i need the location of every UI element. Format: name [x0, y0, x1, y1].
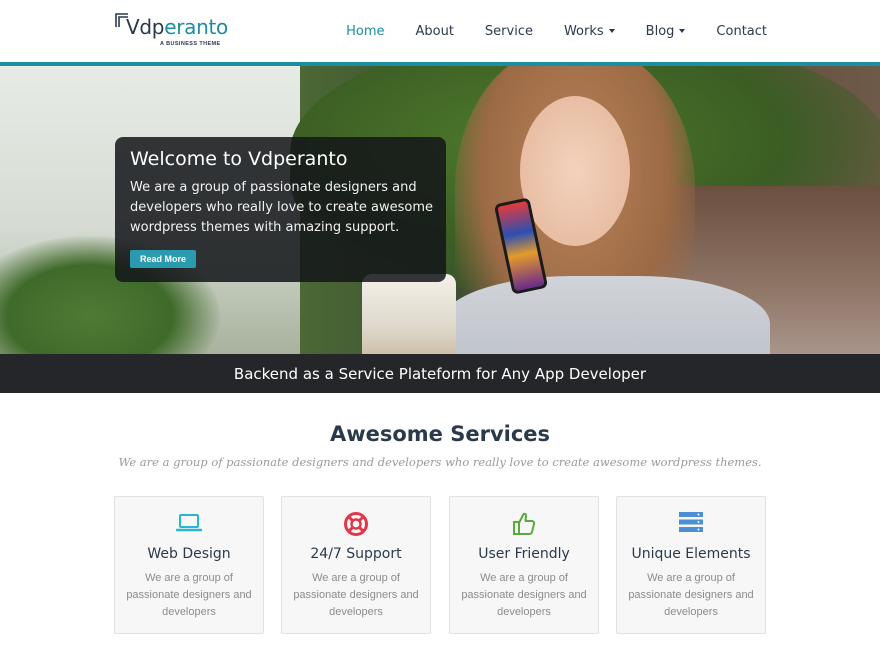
banner-text: Backend as a Service Plateform for Any A… [233, 364, 647, 383]
service-card-text: We are a group of passionate designers a… [461, 572, 587, 618]
hero-title: Welcome to Vdperanto [130, 148, 348, 170]
service-card-title: User Friendly [478, 546, 570, 562]
caret-down-icon [608, 29, 615, 33]
nav-label: Works [563, 23, 604, 39]
service-card-text: We are a group of passionate designers a… [126, 572, 252, 618]
nav-item-about[interactable]: About [415, 24, 453, 39]
laptop-icon [115, 511, 263, 537]
hero-photo-cup [362, 274, 456, 354]
tagline-banner: Backend as a Service Plateform for Any A… [0, 354, 880, 393]
nav-label: Home [346, 23, 385, 39]
service-card-user-friendly[interactable]: User Friendly We are a group of passiona… [449, 496, 599, 634]
hero-caption-box: Welcome to Vdperanto We are a group of p… [115, 137, 446, 282]
lifebuoy-icon [282, 511, 430, 537]
nav-item-contact[interactable]: Contact [716, 24, 767, 39]
service-card-text: We are a group of passionate designers a… [293, 572, 419, 618]
service-card-text: We are a group of passionate designers a… [628, 572, 754, 618]
thumbs-up-icon [450, 511, 598, 537]
site-logo[interactable]: Vdperanto A BUSINESS THEME [115, 13, 228, 51]
logo-tagline: A BUSINESS THEME [160, 41, 221, 47]
hero-description: We are a group of passionate designers a… [130, 180, 433, 235]
services-heading-rest: Services [442, 422, 551, 446]
nav-label: Service [484, 23, 533, 39]
nav-item-works[interactable]: Works [564, 24, 615, 39]
site-header: Vdperanto A BUSINESS THEME Home About Se… [0, 0, 880, 62]
services-heading-bold: Awesome [329, 422, 443, 446]
service-card-web-design[interactable]: Web Design We are a group of passionate … [114, 496, 264, 634]
services-cards: Web Design We are a group of passionate … [114, 496, 766, 634]
nav-label: Contact [716, 23, 767, 39]
server-icon [617, 511, 765, 537]
services-subtitle: We are a group of passionate designers a… [118, 455, 762, 469]
services-heading: Awesome Services [0, 422, 880, 446]
hero-photo-sweater [440, 276, 770, 354]
hero-photo-face [520, 96, 630, 246]
logo-wordmark-accent: eranto [164, 15, 228, 39]
hero-slider: Welcome to Vdperanto We are a group of p… [0, 66, 880, 354]
nav-item-blog[interactable]: Blog [646, 24, 686, 39]
service-card-unique-elements[interactable]: Unique Elements We are a group of passio… [616, 496, 766, 634]
nav-item-service[interactable]: Service [485, 24, 533, 39]
nav-label: Blog [645, 23, 675, 39]
logo-wordmark: Vdperanto [126, 15, 228, 39]
nav-label: About [415, 23, 454, 39]
service-card-support[interactable]: 24/7 Support We are a group of passionat… [281, 496, 431, 634]
main-nav: Home About Service Works Blog Contact [315, 0, 767, 62]
service-card-title: 24/7 Support [310, 546, 402, 562]
service-card-title: Web Design [147, 546, 231, 562]
nav-item-home[interactable]: Home [346, 24, 384, 39]
service-card-title: Unique Elements [631, 546, 751, 562]
caret-down-icon [679, 29, 686, 33]
read-more-button[interactable]: Read More [130, 250, 196, 268]
logo-wordmark-prefix: Vdp [126, 15, 165, 39]
